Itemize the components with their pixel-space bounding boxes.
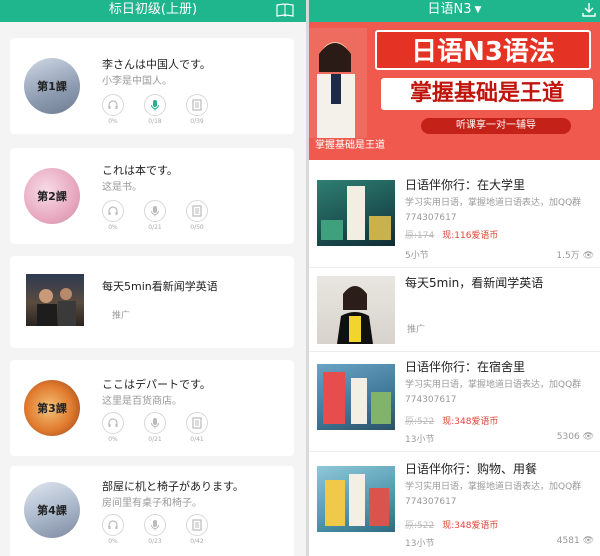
banner-tagline: 听课享一对一辅导 [421,118,571,134]
course-price: 原:174 现:116爱语币 [405,228,498,241]
news-photo [37,288,76,326]
course-list-panel: 日语N3 ▼ 日语N3语法 掌握基础是王道 听课享一对一辅导 掌握基础是王道 日语… [309,0,600,556]
sponsored-card[interactable]: 每天5min看新闻学英语 推广 [10,256,294,348]
download-icon[interactable] [582,2,596,18]
book-icon[interactable] [276,3,294,17]
course-illustration [321,186,391,240]
lesson-subtitle: 房间里有桌子和椅子。 [102,498,202,509]
lesson-card-2[interactable]: 第2課 これは本です。 这是书。 0% 0/21 0/50 [10,148,294,244]
course-description: 学习实用日语，掌握地道日语表达，加QQ群774307617 [405,198,582,223]
microphone-icon [151,520,159,531]
banner-caption: 掌握基础是王道 [315,140,385,151]
listen-button[interactable]: 0% [102,200,124,231]
course-price: 原:522 现:348爱语币 [405,518,498,531]
document-icon [192,417,202,429]
course-thumbnail [317,466,395,532]
sponsored-image [317,276,395,344]
lesson-card-4[interactable]: 第4課 部屋に机と椅子があります。 房间里有桌子和椅子。 0% 0/23 0/4… [10,466,294,556]
lesson-title: 部屋に机と椅子があります。 [102,480,244,493]
course-title: 日语伴你行：购物、用餐 [405,462,538,476]
original-price: 原:522 [405,417,435,427]
original-price: 原:522 [405,521,435,531]
section-count: 13小节 [405,435,435,445]
view-count: 1.5万 👁 [556,251,594,261]
banner-headline: 日语N3语法 [375,30,591,70]
speak-button[interactable]: 0/18 [144,94,166,125]
left-header-title: 标日初级(上册) [108,2,198,17]
listen-button[interactable]: 0% [102,94,124,125]
sponsored-image [26,274,84,326]
presenter-photo [337,286,373,344]
eye-icon: 👁 [582,432,594,442]
sponsored-tag: 推广 [407,325,426,335]
lesson-card-1[interactable]: 第1課 李さんは中国人です。 小李是中国人。 0% 0/18 0/39 [10,38,294,134]
section-count: 13小节 [405,539,435,549]
microphone-icon [151,100,159,111]
course-item-1[interactable]: 日语伴你行：在大学里 学习实用日语，掌握地道日语表达，加QQ群774307617… [309,170,600,268]
lesson-card-3[interactable]: 第3課 ここはデパートです。 这里是百货商店。 0% 0/21 0/41 [10,360,294,456]
document-icon [192,205,202,217]
microphone-icon [151,418,159,429]
course-item-2[interactable]: 日语伴你行：在宿舍里 学习实用日语，掌握地道日语表达，加QQ群774307617… [309,352,600,452]
level-selector[interactable]: 日语N3 ▼ [428,2,482,17]
sponsored-tag: 推广 [112,311,131,321]
lesson-list-panel: 标日初级(上册) 第1課 李さんは中国人です。 小李是中国人。 0% 0/18 … [0,0,306,556]
course-title: 日语伴你行：在宿舍里 [405,360,526,374]
speak-button[interactable]: 0/21 [144,200,166,231]
lesson-subtitle: 这是书。 [102,182,142,193]
current-price: 现:116爱语币 [442,231,499,241]
lesson-thumbnail: 第1課 [24,58,80,114]
lesson-thumbnail: 第4課 [24,482,80,538]
lesson-title: これは本です。 [102,164,178,177]
exercise-button[interactable]: 0/39 [186,94,208,125]
headphones-icon [108,206,118,215]
banner-subheadline: 掌握基础是王道 [381,78,593,110]
promo-banner[interactable]: 日语N3语法 掌握基础是王道 听课享一对一辅导 掌握基础是王道 [309,22,600,160]
sponsored-course-item[interactable]: 每天5min，看新闻学英语 推广 [309,268,600,352]
left-header: 标日初级(上册) [0,0,306,22]
lesson-title: 李さんは中国人です。 [102,58,211,71]
eye-icon: 👁 [582,251,594,261]
sponsored-title: 每天5min，看新闻学英语 [405,276,544,290]
course-thumbnail [317,180,395,246]
document-icon [192,519,202,531]
view-count: 4581 👁 [556,536,594,546]
lesson-thumbnail: 第3課 [24,380,80,436]
headphones-icon [108,100,118,109]
course-item-3[interactable]: 日语伴你行：购物、用餐 学习实用日语，掌握地道日语表达，加QQ群77430761… [309,452,600,556]
view-count: 5306 👁 [556,432,594,442]
lesson-title: ここはデパートです。 [102,378,211,391]
exercise-button[interactable]: 0/41 [186,412,208,443]
caret-down-icon: ▼ [474,5,482,15]
speak-button[interactable]: 0/23 [144,514,166,545]
original-price: 原:174 [405,231,435,241]
course-price: 原:522 现:348爱语币 [405,414,498,427]
course-description: 学习实用日语，掌握地道日语表达，加QQ群774307617 [405,482,582,507]
listen-button[interactable]: 0% [102,514,124,545]
lesson-subtitle: 小李是中国人。 [102,76,172,87]
exercise-button[interactable]: 0/50 [186,200,208,231]
speak-button[interactable]: 0/21 [144,412,166,443]
current-price: 现:348爱语币 [442,417,499,427]
banner-figure [309,28,367,138]
exercise-button[interactable]: 0/42 [186,514,208,545]
course-title: 日语伴你行：在大学里 [405,178,526,192]
sponsored-title: 每天5min看新闻学英语 [102,280,218,293]
right-header: 日语N3 ▼ [309,0,600,22]
current-price: 现:348爱语币 [442,521,499,531]
course-description: 学习实用日语，掌握地道日语表达，加QQ群774307617 [405,380,582,405]
headphones-icon [108,418,118,427]
lesson-thumbnail: 第2課 [24,168,80,224]
document-icon [192,99,202,111]
microphone-icon [151,206,159,217]
course-illustration [323,372,391,424]
course-illustration [325,474,389,526]
section-count: 5小节 [405,251,429,261]
listen-button[interactable]: 0% [102,412,124,443]
headphones-icon [108,520,118,529]
course-thumbnail [317,364,395,430]
lesson-subtitle: 这里是百货商店。 [102,396,182,407]
eye-icon: 👁 [582,536,594,546]
